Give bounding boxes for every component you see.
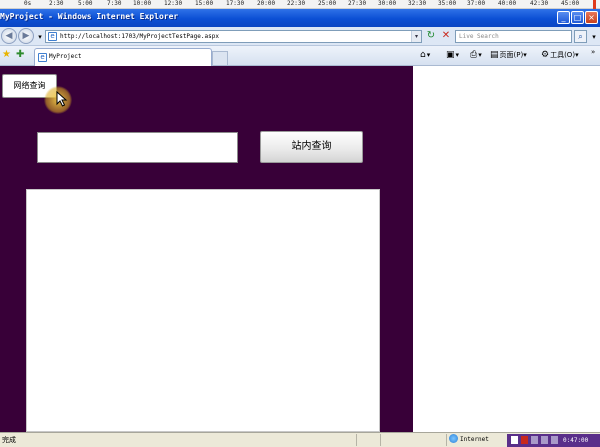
toolbar-more-button[interactable]: » xyxy=(591,46,595,59)
status-bar: 完成 Internet 0:47:00 xyxy=(0,432,600,447)
gear-icon: ⚙ xyxy=(541,50,550,60)
status-divider xyxy=(356,434,357,446)
page-icon: e xyxy=(38,53,47,62)
address-dropdown-icon[interactable]: ▾ xyxy=(411,31,421,42)
feeds-button[interactable]: ▣▾ xyxy=(446,49,459,62)
stop-button[interactable] xyxy=(551,436,558,444)
recorder-control-panel: 0:47:00 xyxy=(507,434,600,447)
live-search-input[interactable]: Live Search xyxy=(455,30,572,43)
recording-timeline-ruler: 0s 2:30 5:00 7:30 10:00 12:30 15:00 17:3… xyxy=(0,0,600,9)
pause-button[interactable] xyxy=(531,436,538,444)
page-menu-dropdown-icon: ▾ xyxy=(523,51,527,59)
search-options-icon[interactable]: ▾ xyxy=(588,31,600,43)
stop-icon[interactable]: ✕ xyxy=(440,30,452,42)
print-dropdown-icon: ▾ xyxy=(478,51,482,59)
page-menu-label: 页面(P) xyxy=(499,51,524,59)
timeline-tick: 5:00 xyxy=(78,0,93,7)
mouse-pointer-icon xyxy=(56,91,68,107)
timeline-tick: 22:30 xyxy=(287,0,306,7)
page-menu-button[interactable]: ▤页面(P)▾ xyxy=(490,49,527,62)
home-icon: ⌂ xyxy=(420,50,426,60)
timeline-playhead[interactable] xyxy=(593,0,596,9)
page-icon: e xyxy=(48,32,57,41)
home-button[interactable]: ⌂▾ xyxy=(420,49,430,62)
record-button[interactable] xyxy=(521,436,528,444)
new-tab-button[interactable] xyxy=(212,51,228,65)
back-button[interactable]: ◀ xyxy=(1,28,17,44)
page-content: 网络查询 站内查询 xyxy=(0,66,413,432)
address-input[interactable]: e http://localhost:1703/MyProjectTestPag… xyxy=(45,30,422,43)
timeline-tick: 40:00 xyxy=(498,0,517,7)
timeline-tick: 35:00 xyxy=(438,0,457,7)
tab-bar: ★ ✚ e MyProject ⌂▾ ▣▾ ⎙▾ ▤页面(P)▾ ⚙工具(O)▾… xyxy=(0,46,600,66)
timeline-tick: 20:00 xyxy=(257,0,276,7)
address-url: http://localhost:1703/MyProjectTestPage.… xyxy=(60,33,219,40)
tab-title: MyProject xyxy=(49,53,82,60)
result-panel xyxy=(26,189,380,432)
timeline-tick: 45:00 xyxy=(561,0,580,7)
tools-menu-dropdown-icon: ▾ xyxy=(575,51,579,59)
status-text: 完成 xyxy=(2,436,16,444)
timeline-tick: 0s xyxy=(24,0,32,7)
forward-button[interactable]: ▶ xyxy=(18,28,34,44)
timeline-tick: 32:30 xyxy=(408,0,427,7)
timeline-tick: 25:00 xyxy=(318,0,337,7)
feeds-icon: ▣ xyxy=(446,50,455,60)
search-input[interactable] xyxy=(37,132,238,163)
globe-icon xyxy=(449,434,458,443)
status-divider xyxy=(446,434,447,446)
site-query-button[interactable]: 站内查询 xyxy=(260,131,363,163)
tools-menu-button[interactable]: ⚙工具(O)▾ xyxy=(541,49,579,62)
maximize-button[interactable]: □ xyxy=(571,11,584,24)
timeline-tick: 12:30 xyxy=(164,0,183,7)
window-title-bar[interactable]: MyProject - Windows Internet Explorer _ … xyxy=(0,9,600,27)
timeline-tick: 10:00 xyxy=(133,0,152,7)
minimize-button[interactable]: _ xyxy=(557,11,570,24)
timeline-tick: 15:00 xyxy=(195,0,214,7)
search-go-button[interactable]: ⌕ xyxy=(574,30,587,43)
close-button[interactable]: × xyxy=(585,11,598,24)
favorites-star-icon[interactable]: ★ xyxy=(2,49,11,61)
timeline-tick: 17:30 xyxy=(226,0,245,7)
recorder-time: 0:47:00 xyxy=(563,437,589,444)
feeds-dropdown-icon: ▾ xyxy=(455,51,460,59)
timeline-tick: 27:30 xyxy=(348,0,367,7)
timeline-tick: 37:00 xyxy=(467,0,486,7)
address-toolbar: ◀ ▶ ▾ e http://localhost:1703/MyProjectT… xyxy=(0,27,600,46)
security-zone: Internet xyxy=(449,434,489,446)
window-title: MyProject - Windows Internet Explorer xyxy=(0,12,179,21)
page-icon: ▤ xyxy=(490,50,499,60)
refresh-icon[interactable]: ↻ xyxy=(425,30,437,42)
timeline-tick: 2:30 xyxy=(49,0,64,7)
recorder-logo-icon xyxy=(511,436,518,444)
timeline-tick: 42:30 xyxy=(530,0,549,7)
printer-icon: ⎙ xyxy=(470,50,478,60)
play-button[interactable] xyxy=(541,436,548,444)
timeline-tick: 30:00 xyxy=(378,0,397,7)
status-divider xyxy=(380,434,381,446)
timeline-tick: 7:30 xyxy=(107,0,122,7)
tab-myproject[interactable]: e MyProject xyxy=(34,48,212,66)
add-favorite-icon[interactable]: ✚ xyxy=(16,49,24,61)
home-dropdown-icon: ▾ xyxy=(426,51,431,59)
security-zone-label: Internet xyxy=(460,436,489,443)
tools-menu-label: 工具(O) xyxy=(550,51,576,59)
print-button[interactable]: ⎙▾ xyxy=(470,49,482,62)
